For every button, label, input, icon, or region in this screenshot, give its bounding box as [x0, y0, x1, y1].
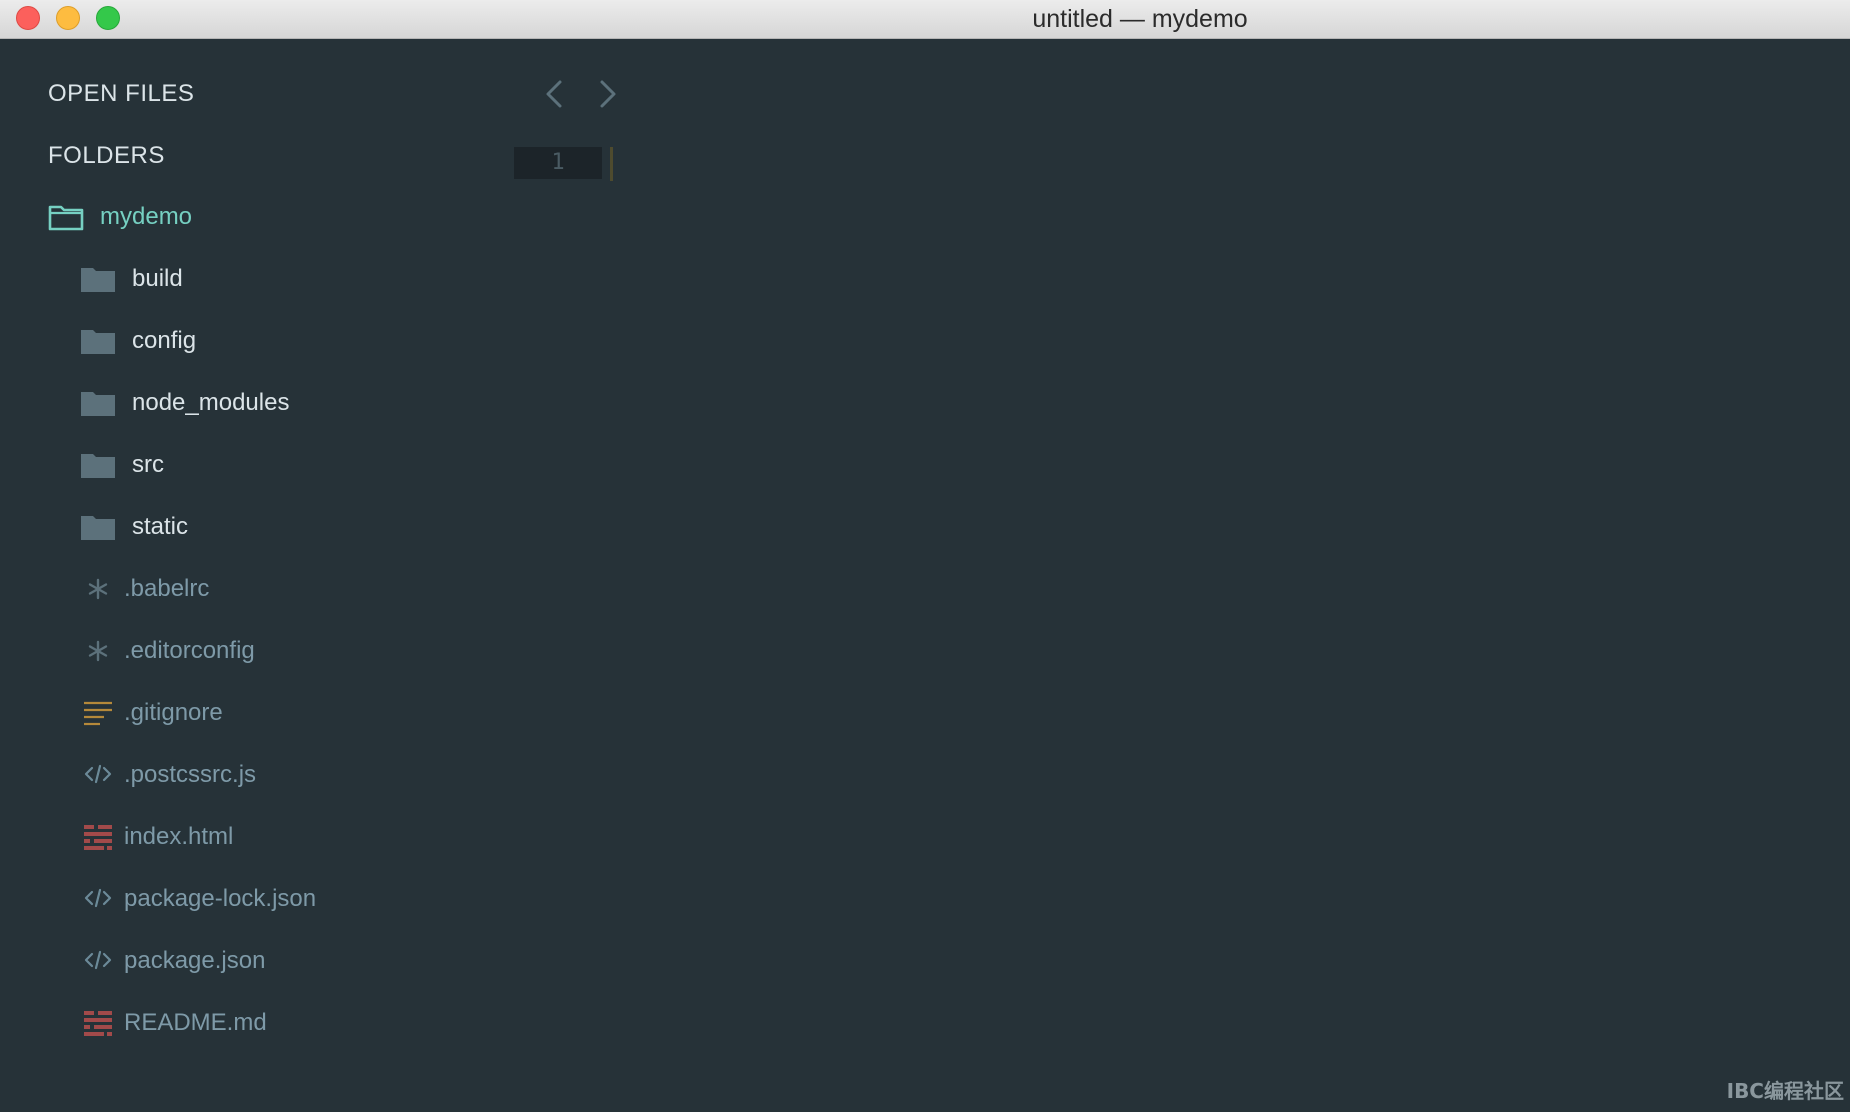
- text-cursor: [610, 147, 613, 181]
- tree-item-label: node_modules: [132, 389, 290, 416]
- tree-item-label: build: [132, 265, 183, 292]
- open-folder-icon: [48, 203, 84, 231]
- tree-item-static[interactable]: static: [0, 507, 500, 547]
- sidebar: OPEN FILES FOLDERS mydemo build config n…: [0, 40, 500, 1112]
- lines-icon: [84, 699, 112, 727]
- tree-item-label: index.html: [124, 823, 234, 850]
- window-title: untitled — mydemo: [1032, 5, 1248, 33]
- tree-item-readme[interactable]: README.md: [0, 1003, 500, 1043]
- tree-item-babelrc[interactable]: .babelrc: [0, 569, 500, 609]
- chevron-right-icon[interactable]: [594, 78, 622, 110]
- title-bar: untitled — mydemo: [0, 0, 1850, 39]
- code-icon: [84, 947, 112, 975]
- tree-item-index-html[interactable]: index.html: [0, 817, 500, 857]
- tree-item-label: .gitignore: [124, 699, 223, 726]
- asterisk-icon: [84, 575, 112, 603]
- tree-item-label: config: [132, 327, 197, 354]
- tree-item-package-json[interactable]: package.json: [0, 941, 500, 981]
- tree-item-mydemo[interactable]: mydemo: [0, 197, 500, 237]
- tree-item-config[interactable]: config: [0, 321, 500, 361]
- tree-item-package-lock-json[interactable]: package-lock.json: [0, 879, 500, 919]
- markup-icon: [84, 823, 112, 851]
- line-number-gutter: 1: [514, 147, 602, 179]
- tree-item-label: package.json: [124, 947, 266, 974]
- tree-item-label: README.md: [124, 1009, 267, 1036]
- line-number: 1: [551, 150, 565, 175]
- folder-icon: [80, 265, 116, 293]
- tree-item-gitignore[interactable]: .gitignore: [0, 693, 500, 733]
- tree-item-label: package-lock.json: [124, 885, 317, 912]
- markup-icon: [84, 1009, 112, 1037]
- tree-item-label: src: [132, 451, 164, 478]
- tree-item-postcssrc[interactable]: .postcssrc.js: [0, 755, 500, 795]
- open-files-heading: OPEN FILES: [48, 80, 195, 107]
- tree-item-src[interactable]: src: [0, 445, 500, 485]
- tree-item-build[interactable]: build: [0, 259, 500, 299]
- app-window: untitled — mydemo OPEN FILES FOLDERS myd…: [0, 0, 1850, 1112]
- code-icon: [84, 761, 112, 789]
- code-icon: [84, 885, 112, 913]
- tree-item-editorconfig[interactable]: .editorconfig: [0, 631, 500, 671]
- folders-heading: FOLDERS: [48, 142, 165, 169]
- asterisk-icon: [84, 637, 112, 665]
- tree-item-node-modules[interactable]: node_modules: [0, 383, 500, 423]
- folder-icon: [80, 513, 116, 541]
- tree-item-label: .postcssrc.js: [124, 761, 257, 788]
- tree-item-label: mydemo: [100, 203, 193, 230]
- folder-icon: [80, 389, 116, 417]
- chevron-left-icon[interactable]: [540, 78, 568, 110]
- tree-item-label: .editorconfig: [124, 637, 255, 664]
- watermark-text: IBC编程社区: [1726, 1079, 1844, 1103]
- folder-icon: [80, 327, 116, 355]
- tree-item-label: static: [132, 513, 189, 540]
- tree-item-label: .babelrc: [124, 575, 210, 602]
- folder-icon: [80, 451, 116, 479]
